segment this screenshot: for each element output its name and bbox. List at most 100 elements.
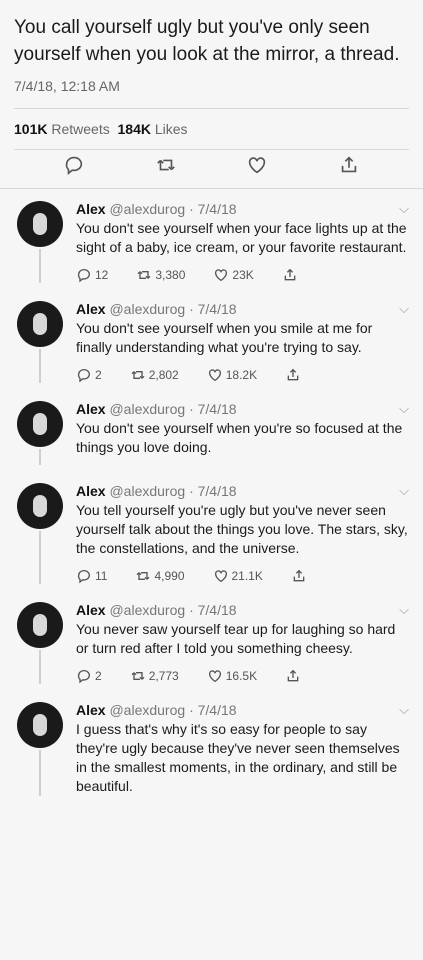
reply-header: Alex @alexdurog · 7/4/18 ⌵ — [76, 483, 409, 499]
reply-text: You don't see yourself when you smile at… — [76, 320, 373, 355]
thread-line — [39, 249, 41, 283]
reply-actions: 12 3,380 23K — [76, 267, 409, 283]
reply-tweet[interactable]: Alex @alexdurog · 7/4/18 ⌵ You tell your… — [0, 471, 423, 590]
chevron-down-icon[interactable]: ⌵ — [399, 602, 409, 618]
reply-button[interactable]: 11 — [76, 568, 107, 584]
reply-tweet[interactable]: Alex @alexdurog · 7/4/18 ⌵ You don't see… — [0, 389, 423, 471]
author-name[interactable]: Alex — [76, 602, 106, 618]
avatar[interactable] — [17, 301, 63, 347]
reply-header: Alex @alexdurog · 7/4/18 ⌵ — [76, 702, 409, 718]
reply-icon — [77, 570, 90, 584]
reply-icon — [77, 369, 90, 383]
author-name[interactable]: Alex — [76, 301, 106, 317]
retweet-button[interactable]: 2,802 — [130, 367, 179, 383]
reply-date: · 7/4/18 — [189, 201, 237, 217]
retweet-count: 2,773 — [148, 669, 179, 683]
share-button[interactable] — [291, 568, 307, 584]
reply-date: · 7/4/18 — [189, 301, 237, 317]
like-button[interactable]: 21.1K — [213, 568, 263, 584]
like-count: 16.5K — [225, 669, 258, 683]
share-icon — [284, 268, 296, 281]
retweet-icon — [136, 572, 150, 580]
reply-tweet[interactable]: Alex @alexdurog · 7/4/18 ⌵ You don't see… — [0, 289, 423, 389]
reply-icon — [77, 269, 90, 283]
like-count: 18.2K — [225, 368, 258, 382]
author-handle[interactable]: @alexdurog — [109, 602, 185, 618]
chevron-down-icon[interactable]: ⌵ — [399, 401, 409, 417]
reply-tweet[interactable]: Alex @alexdurog · 7/4/18 ⌵ I guess that'… — [0, 690, 423, 802]
retweet-count[interactable]: 101K — [14, 121, 47, 137]
reply-button[interactable]: 2 — [76, 668, 102, 684]
reply-tweet[interactable]: Alex @alexdurog · 7/4/18 ⌵ You don't see… — [0, 189, 423, 289]
reply-date: · 7/4/18 — [189, 401, 237, 417]
like-button[interactable]: 18.2K — [207, 367, 257, 383]
author-name[interactable]: Alex — [76, 201, 106, 217]
avatar[interactable] — [17, 401, 63, 447]
like-count[interactable]: 184K — [118, 121, 151, 137]
reply-actions: 2 2,773 16.5K — [76, 668, 409, 684]
reply-count: 2 — [95, 368, 102, 382]
author-handle[interactable]: @alexdurog — [109, 702, 185, 718]
reply-text: You never saw yourself tear up for laugh… — [76, 621, 396, 656]
retweet-button[interactable]: 4,990 — [135, 568, 185, 584]
author-name[interactable]: Alex — [76, 401, 106, 417]
thread-line — [39, 349, 41, 383]
reply-button[interactable]: 2 — [76, 367, 102, 383]
reply-actions: 11 4,990 21.1K — [76, 568, 409, 584]
retweet-icon — [137, 271, 151, 279]
reply-header: Alex @alexdurog · 7/4/18 ⌵ — [76, 301, 409, 317]
reply-button[interactable]: 12 — [76, 267, 108, 283]
share-icon — [293, 569, 305, 582]
share-button[interactable] — [285, 367, 301, 383]
avatar[interactable] — [17, 201, 63, 247]
avatar[interactable] — [17, 602, 63, 648]
heart-icon[interactable] — [246, 154, 268, 176]
author-handle[interactable]: @alexdurog — [109, 401, 185, 417]
author-handle[interactable]: @alexdurog — [109, 483, 185, 499]
heart-icon — [208, 670, 221, 683]
author-handle[interactable]: @alexdurog — [109, 301, 185, 317]
retweet-count: 4,990 — [154, 569, 185, 583]
avatar[interactable] — [17, 702, 63, 748]
main-tweet-actions — [0, 150, 423, 188]
reply-header: Alex @alexdurog · 7/4/18 ⌵ — [76, 602, 409, 618]
author-handle[interactable]: @alexdurog — [109, 201, 185, 217]
chevron-down-icon[interactable]: ⌵ — [399, 201, 409, 217]
avatar[interactable] — [17, 483, 63, 529]
author-name[interactable]: Alex — [76, 483, 106, 499]
share-button[interactable] — [282, 267, 298, 283]
share-button[interactable] — [285, 668, 301, 684]
chevron-down-icon[interactable]: ⌵ — [399, 483, 409, 499]
likes-label[interactable]: Likes — [155, 121, 188, 137]
like-count: 23K — [232, 268, 254, 282]
main-tweet-timestamp: 7/4/18, 12:18 AM — [14, 78, 120, 94]
thread-line — [39, 650, 41, 684]
share-icon — [287, 368, 299, 381]
reply-actions: 2 2,802 18.2K — [76, 367, 409, 383]
retweet-count: 2,802 — [148, 368, 179, 382]
reply-header: Alex @alexdurog · 7/4/18 ⌵ — [76, 201, 409, 217]
retweet-icon[interactable] — [155, 154, 177, 176]
reply-icon — [77, 670, 90, 684]
thread-line — [39, 449, 41, 465]
chevron-down-icon[interactable]: ⌵ — [399, 702, 409, 718]
retweets-label[interactable]: Retweets — [51, 121, 109, 137]
retweet-button[interactable]: 3,380 — [136, 267, 185, 283]
heart-icon — [214, 570, 227, 583]
retweet-icon — [131, 371, 145, 379]
reply-icon[interactable] — [63, 154, 85, 176]
tweet-stats: 101K Retweets 184K Likes — [0, 109, 423, 149]
reply-text: I guess that's why it's so easy for peop… — [76, 721, 400, 794]
chevron-down-icon[interactable]: ⌵ — [399, 301, 409, 317]
heart-icon — [215, 269, 228, 282]
share-icon[interactable] — [338, 154, 360, 176]
main-tweet: You call yourself ugly but you've only s… — [0, 0, 423, 109]
author-name[interactable]: Alex — [76, 702, 106, 718]
retweet-count: 3,380 — [155, 268, 186, 282]
retweet-button[interactable]: 2,773 — [130, 668, 179, 684]
like-button[interactable]: 16.5K — [207, 668, 257, 684]
reply-tweet[interactable]: Alex @alexdurog · 7/4/18 ⌵ You never saw… — [0, 590, 423, 690]
reply-date: · 7/4/18 — [189, 602, 237, 618]
reply-text: You don't see yourself when your face li… — [76, 220, 407, 255]
like-button[interactable]: 23K — [213, 267, 254, 283]
